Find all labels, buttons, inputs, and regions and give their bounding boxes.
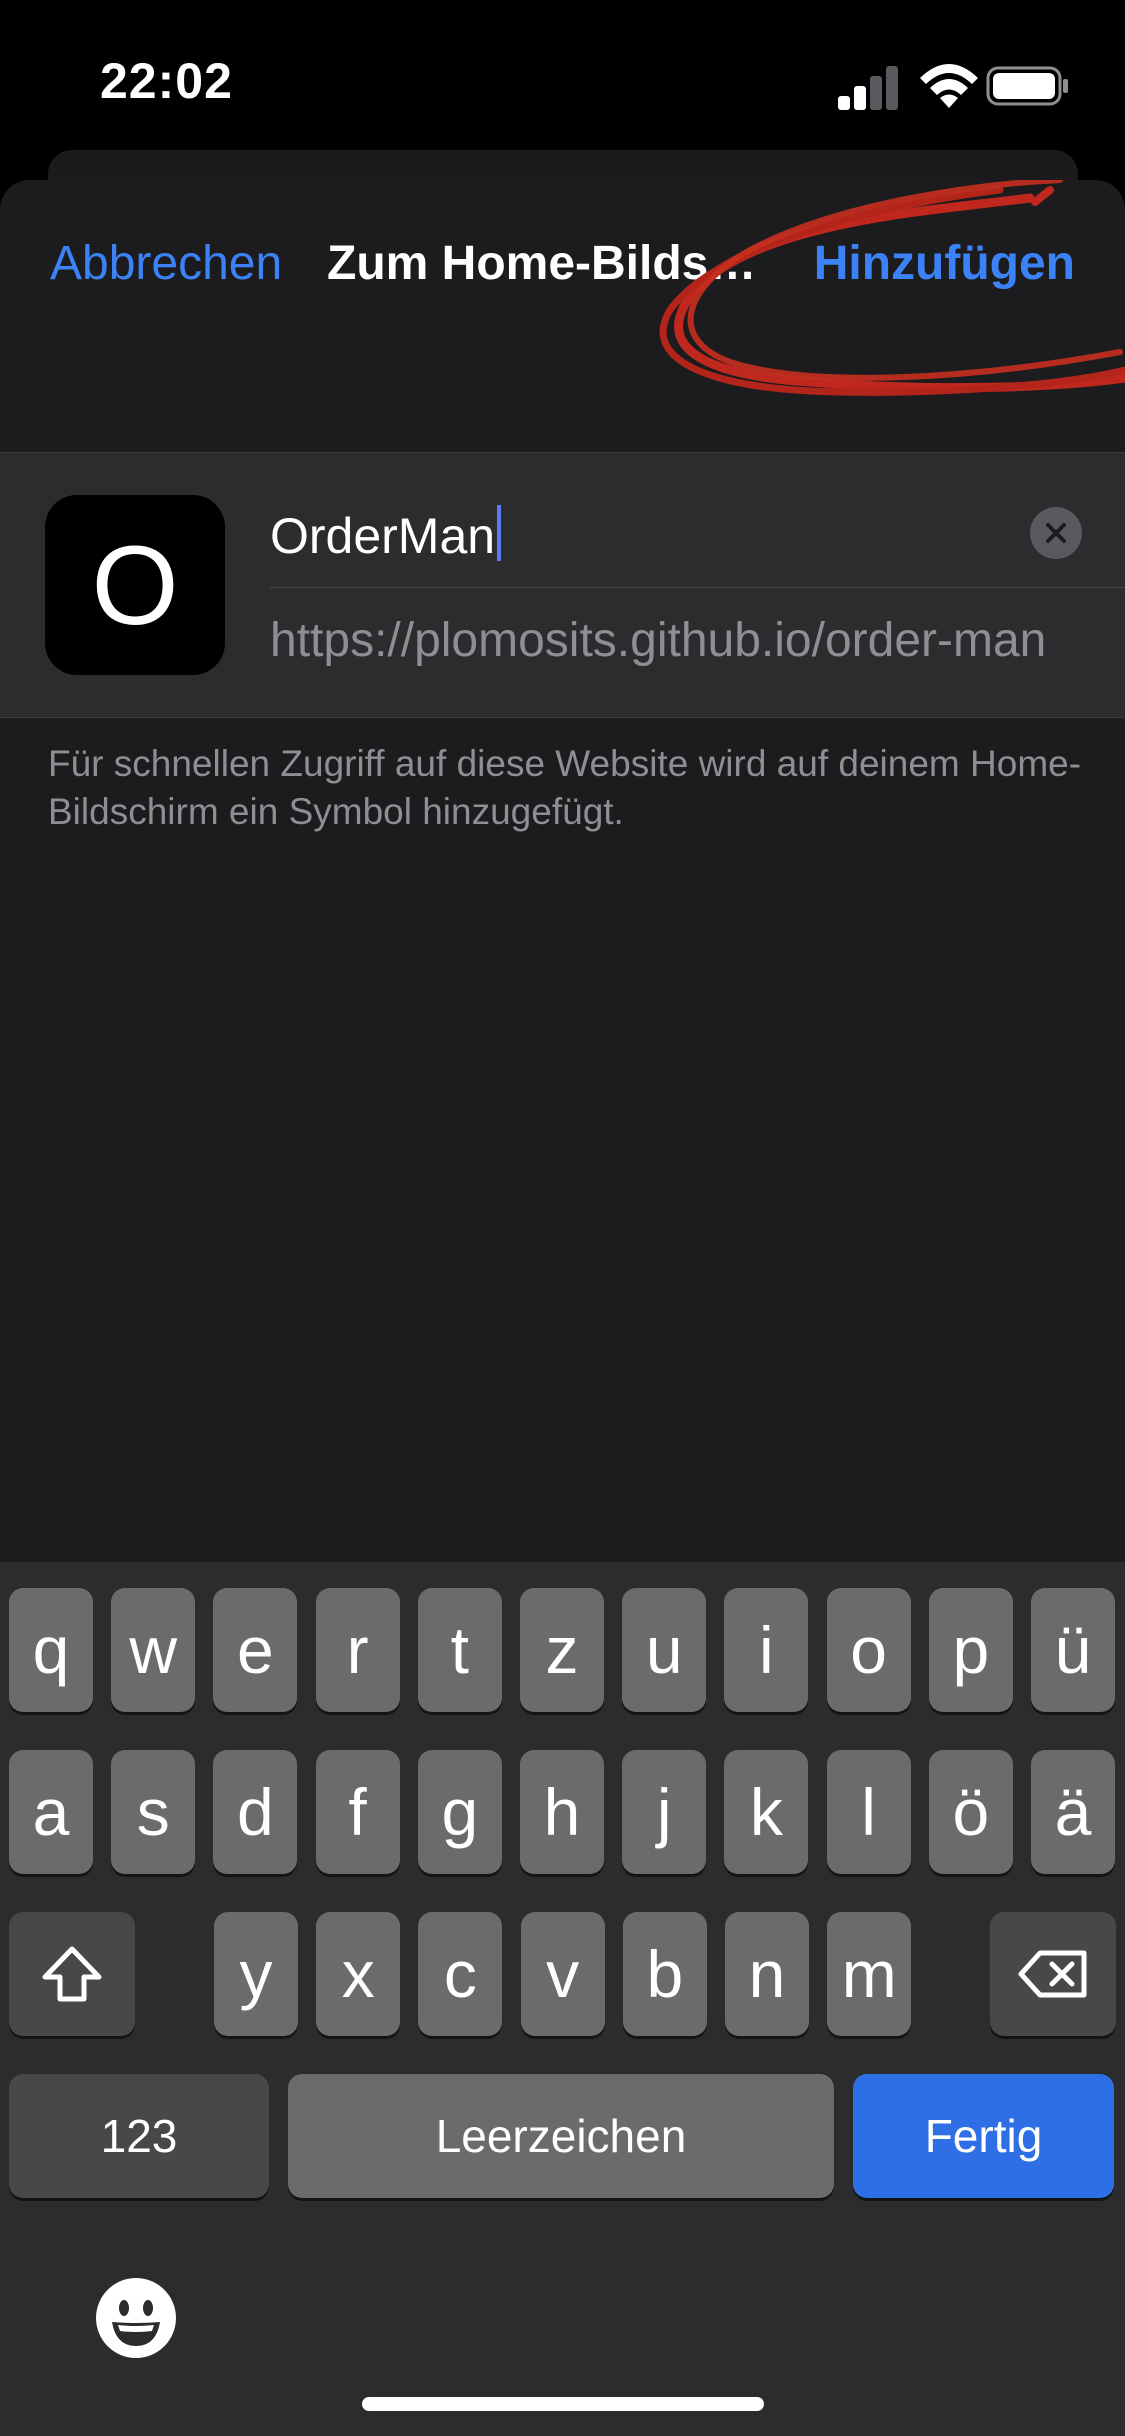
key-j[interactable]: j [622, 1750, 707, 1874]
key-n[interactable]: n [725, 1912, 809, 2036]
key-g[interactable]: g [417, 1750, 502, 1874]
clear-button[interactable] [1030, 507, 1082, 559]
key-z[interactable]: z [520, 1588, 604, 1712]
emoji-icon [96, 2278, 176, 2358]
numbers-key[interactable]: 123 [9, 2074, 269, 2198]
keyboard: q w e r t z u i o p ü a s d f g h j k l ö ä y x c v b n m 123 Leerzeic… [0, 1562, 1125, 2436]
key-d[interactable]: d [213, 1750, 298, 1874]
cancel-button[interactable]: Abbrechen [50, 236, 282, 291]
key-b[interactable]: b [622, 1912, 707, 2036]
key-ö[interactable]: ö [928, 1750, 1013, 1874]
wifi-icon [920, 64, 978, 108]
status-bar: 22:02 [0, 0, 1125, 160]
bookmark-form: O OrderMan https://plomosits.github.io/o… [0, 452, 1125, 718]
key-r[interactable]: r [315, 1588, 400, 1712]
key-v[interactable]: v [520, 1912, 605, 2036]
key-o[interactable]: o [826, 1588, 911, 1712]
key-i[interactable]: i [724, 1588, 809, 1712]
home-indicator [362, 2397, 764, 2411]
key-c[interactable]: c [418, 1912, 503, 2036]
shift-key[interactable] [9, 1912, 135, 2036]
key-m[interactable]: m [827, 1912, 912, 2036]
key-l[interactable]: l [826, 1750, 911, 1874]
key-w[interactable]: w [111, 1588, 196, 1712]
red-circle-annotation [659, 180, 1125, 396]
key-ü[interactable]: ü [1031, 1588, 1115, 1712]
key-q[interactable]: q [9, 1588, 93, 1712]
shift-icon [42, 1946, 102, 2002]
emoji-button[interactable] [94, 2276, 178, 2360]
text-caret [497, 505, 502, 561]
status-time: 22:02 [100, 53, 233, 109]
clear-x-icon [1046, 523, 1066, 543]
key-u[interactable]: u [622, 1588, 707, 1712]
key-f[interactable]: f [315, 1750, 400, 1874]
name-input[interactable]: OrderMan [270, 505, 502, 565]
key-x[interactable]: x [316, 1912, 401, 2036]
done-key[interactable]: Fertig [853, 2074, 1114, 2198]
name-value: OrderMan [270, 508, 496, 564]
sheet-navbar: Abbrechen Zum Home-Bildschirm Hinzufügen [0, 180, 1125, 452]
key-s[interactable]: s [111, 1750, 196, 1874]
url-label: https://plomosits.github.io/order-man [270, 614, 1047, 667]
key-p[interactable]: p [928, 1588, 1013, 1712]
sheet-title: Zum Home-Bildschirm [327, 237, 772, 290]
key-e[interactable]: e [213, 1588, 298, 1712]
key-a[interactable]: a [9, 1750, 93, 1874]
hint-text: Für schnellen Zugriff auf diese Website … [48, 743, 1082, 832]
signal-bars-icon [838, 66, 898, 110]
backspace-icon [1018, 1950, 1087, 1998]
backspace-key[interactable] [990, 1912, 1116, 2036]
battery-icon [986, 66, 1068, 106]
key-k[interactable]: k [724, 1750, 809, 1874]
name-field[interactable]: OrderMan [270, 483, 1125, 588]
space-key[interactable]: Leerzeichen [288, 2074, 834, 2198]
key-h[interactable]: h [520, 1750, 604, 1874]
key-t[interactable]: t [417, 1588, 502, 1712]
app-icon-preview: O [45, 495, 225, 675]
add-button[interactable]: Hinzufügen [814, 236, 1075, 291]
key-y[interactable]: y [214, 1912, 298, 2036]
key-ä[interactable]: ä [1031, 1750, 1115, 1874]
